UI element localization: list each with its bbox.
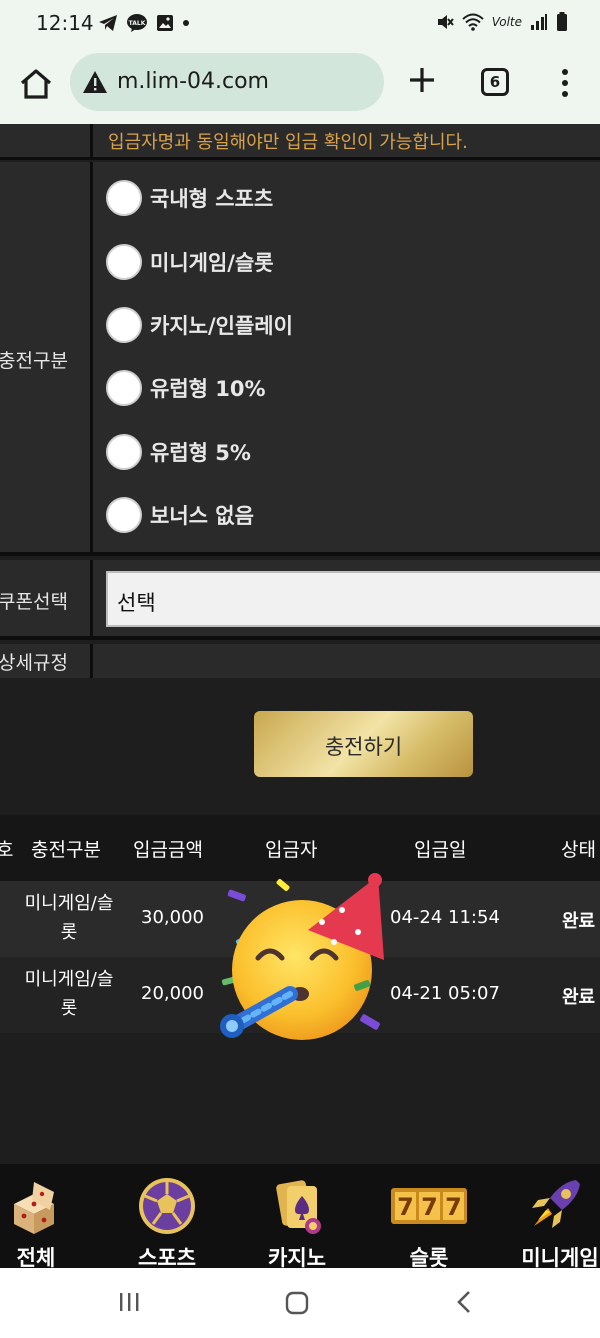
radio-option-minigame-slot[interactable]: 미니게임/슬롯: [106, 244, 274, 280]
status-bar: 12:14 TALK Volte: [0, 0, 600, 46]
cell-status: 완료: [562, 911, 596, 932]
browser-toolbar: m.lim-04.com 6: [0, 46, 600, 124]
label-cell: 상세규정: [0, 644, 93, 678]
rules-label: 상세규정: [0, 652, 68, 674]
tab-switcher-button[interactable]: 6: [481, 68, 509, 96]
radio-circle[interactable]: [106, 497, 142, 533]
column-header: 충전구분: [31, 839, 101, 861]
charge-page: 입금자명과 동일해야만 입금 확인이 가능합니다. 충전구분 국내형 스포츠 미…: [0, 124, 600, 1164]
rocket-icon[interactable]: [522, 1174, 586, 1238]
new-tab-icon[interactable]: [406, 64, 438, 96]
system-nav-bar: [0, 1268, 600, 1338]
gallery-icon: [157, 15, 173, 31]
cell-date: 04-24 11:54: [390, 907, 500, 928]
svg-text:7: 7: [445, 1193, 462, 1221]
depositor-notice: 입금자명과 동일해야만 입금 확인이 가능합니다.: [108, 132, 468, 153]
radio-label[interactable]: 국내형 스포츠: [150, 183, 273, 213]
column-header: 상태: [561, 839, 596, 861]
label-cell: 쿠폰선택: [0, 560, 93, 636]
coupon-select[interactable]: 선택: [106, 571, 600, 627]
address-bar[interactable]: m.lim-04.com: [70, 53, 384, 111]
notice-row: 입금자명과 동일해야만 입금 확인이 가능합니다.: [0, 124, 600, 160]
cell-amount: 20,000: [141, 983, 204, 1004]
coupon-row: 쿠폰선택 선택: [0, 560, 600, 640]
radio-label[interactable]: 카지노/인플레이: [150, 310, 293, 340]
cell-amount: 30,000: [141, 907, 204, 928]
charge-submit-label[interactable]: 충전하기: [254, 731, 473, 761]
radio-circle[interactable]: [106, 434, 142, 470]
column-header: 호: [0, 839, 14, 861]
nav-item-casino[interactable]: 카지노: [237, 1164, 357, 1270]
radio-option-domestic-sports[interactable]: 국내형 스포츠: [106, 180, 273, 216]
radio-label[interactable]: 유럽형 10%: [150, 373, 266, 403]
dot-icon: [183, 20, 189, 26]
home-icon[interactable]: [18, 66, 54, 102]
svg-text:TALK: TALK: [129, 20, 146, 27]
soccer-ball-icon[interactable]: [135, 1174, 199, 1238]
charge-submit-button[interactable]: 충전하기: [254, 711, 473, 777]
radio-label[interactable]: 보너스 없음: [150, 500, 254, 530]
nav-item-minigame[interactable]: 미니게임: [500, 1164, 600, 1270]
coupon-select-value[interactable]: 선택: [117, 587, 156, 617]
bottom-nav: 전체 스포츠 카지노 7 7 7 슬롯 미니게임: [0, 1164, 600, 1270]
cell-charge-type: 미니게임/슬롯: [24, 969, 114, 1019]
radio-circle[interactable]: [106, 307, 142, 343]
back-icon[interactable]: [454, 1290, 476, 1314]
nav-item-all[interactable]: 전체: [0, 1164, 96, 1270]
wifi-icon: [462, 13, 484, 31]
url-text[interactable]: m.lim-04.com: [117, 69, 269, 94]
charge-type-label: 충전구분: [0, 350, 68, 372]
nav-item-slot[interactable]: 7 7 7 슬롯: [369, 1164, 489, 1270]
dice-icon[interactable]: [4, 1174, 68, 1238]
recent-apps-icon[interactable]: [117, 1290, 141, 1314]
status-time: 12:14: [36, 11, 94, 35]
column-header: 입금일: [414, 839, 467, 861]
charge-type-row: 충전구분 국내형 스포츠 미니게임/슬롯 카지노/인플레이 유럽형 10% 유럽…: [0, 162, 600, 556]
volte-label: Volte: [491, 15, 522, 29]
system-icons: Volte: [436, 12, 568, 32]
coupon-label: 쿠폰선택: [0, 591, 68, 613]
kakaotalk-icon: TALK: [127, 14, 147, 32]
battery-icon: [557, 12, 567, 31]
radio-option-no-bonus[interactable]: 보너스 없음: [106, 497, 254, 533]
radio-label[interactable]: 유럽형 5%: [150, 437, 251, 467]
column-header: 입금자: [265, 839, 318, 861]
nav-item-sports[interactable]: 스포츠: [107, 1164, 227, 1270]
radio-circle[interactable]: [106, 244, 142, 280]
svg-text:7: 7: [397, 1193, 414, 1221]
svg-text:7: 7: [421, 1193, 438, 1221]
notification-icons: TALK: [98, 13, 190, 33]
radio-option-euro-5[interactable]: 유럽형 5%: [106, 434, 251, 470]
column-header: 입금금액: [133, 839, 203, 861]
radio-circle[interactable]: [106, 180, 142, 216]
cell-date: 04-21 05:07: [390, 983, 500, 1004]
telegram-icon: [99, 15, 117, 31]
warning-icon[interactable]: [82, 70, 108, 94]
mute-icon: [437, 15, 454, 29]
party-face-emoji: [220, 873, 384, 1040]
signal-icon: [531, 14, 547, 30]
rules-row: 상세규정: [0, 644, 600, 678]
radio-circle[interactable]: [106, 370, 142, 406]
slot-777-icon[interactable]: 7 7 7: [389, 1174, 469, 1238]
radio-label[interactable]: 미니게임/슬롯: [150, 247, 274, 277]
cards-icon[interactable]: [265, 1174, 329, 1238]
radio-option-euro-10[interactable]: 유럽형 10%: [106, 370, 266, 406]
label-cell: 충전구분: [0, 162, 93, 552]
cell-status: 완료: [562, 987, 596, 1008]
home-nav-icon[interactable]: [284, 1290, 310, 1316]
cell-charge-type: 미니게임/슬롯: [24, 893, 114, 943]
label-cell: [0, 124, 93, 160]
radio-option-casino-inplay[interactable]: 카지노/인플레이: [106, 307, 293, 343]
page: 12:14 TALK Volte m.lim-04.com 6 입금자명과 동일…: [0, 0, 600, 1338]
more-menu-icon[interactable]: [560, 68, 570, 98]
